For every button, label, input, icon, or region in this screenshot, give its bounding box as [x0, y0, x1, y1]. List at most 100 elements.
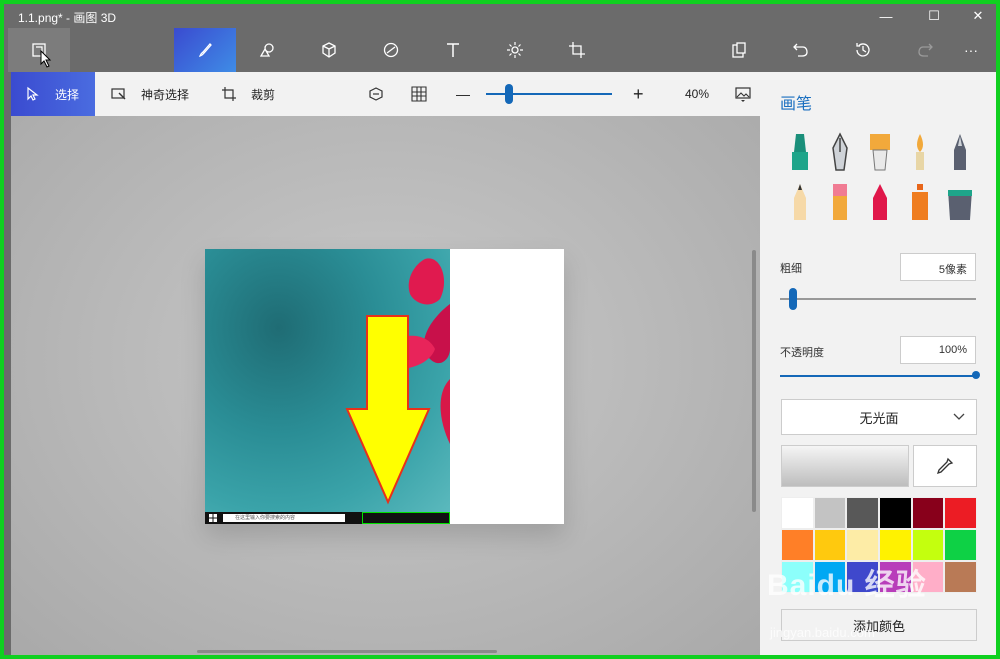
horizontal-scrollbar[interactable] — [197, 650, 497, 653]
oil-brush-icon[interactable] — [865, 132, 895, 172]
watercolor-icon[interactable] — [905, 132, 935, 172]
history-button[interactable] — [832, 28, 894, 72]
palette-swatch[interactable] — [878, 529, 912, 561]
zoom-slider-thumb[interactable] — [505, 84, 513, 104]
opacity-slider-track[interactable] — [780, 375, 976, 377]
spray-can-icon[interactable] — [905, 182, 935, 222]
sun-icon — [507, 42, 523, 58]
select-button[interactable]: 选择 — [11, 72, 95, 116]
select-arrow-icon — [27, 86, 39, 101]
tab-effects[interactable] — [484, 28, 546, 72]
thickness-slider-track[interactable] — [780, 298, 976, 300]
main-toolbar: ··· — [4, 28, 996, 72]
tab-brushes[interactable] — [174, 28, 236, 72]
sticker-icon — [383, 42, 399, 58]
shapes-2d-icon — [259, 43, 274, 57]
tab-text[interactable] — [422, 28, 484, 72]
taskbar-highlight-box — [362, 512, 450, 524]
chevron-down-icon — [953, 413, 965, 420]
eyedropper-button[interactable] — [913, 445, 977, 487]
app-window: 1.1.png* - 画图 3D — ☐ ✕ ··· 选择 神奇选择 裁剪 — … — [4, 4, 996, 655]
view-3d-button[interactable] — [368, 72, 398, 116]
palette-swatch[interactable] — [878, 497, 912, 529]
drawing-canvas[interactable]: 在这里输入你要搜索的内容 — [11, 116, 760, 655]
tab-3d-shapes[interactable] — [298, 28, 360, 72]
image-icon — [735, 87, 751, 102]
thickness-label: 粗细 — [780, 263, 802, 275]
eraser-icon[interactable] — [825, 182, 855, 222]
zoom-in-button[interactable]: + — [633, 72, 644, 116]
calligraphy-pen-icon[interactable] — [825, 132, 855, 172]
taskbar-search-box: 在这里输入你要搜索的内容 — [223, 514, 345, 522]
current-color-swatch[interactable] — [781, 445, 909, 487]
opacity-slider-thumb[interactable] — [972, 371, 980, 379]
menu-button[interactable] — [8, 28, 70, 72]
mouse-cursor-icon — [40, 50, 52, 68]
palette-swatch[interactable] — [944, 561, 977, 593]
finish-value: 无光面 — [859, 410, 899, 426]
baidu-watermark-url: jingyan.baidu.com — [770, 625, 875, 640]
marker-icon[interactable] — [785, 132, 815, 172]
windows-taskbar: 在这里输入你要搜索的内容 — [205, 512, 450, 524]
more-options-button[interactable]: ··· — [946, 28, 996, 72]
thickness-input[interactable]: 5像素 — [900, 253, 976, 281]
palette-swatch[interactable] — [944, 529, 977, 561]
magic-select-button[interactable]: 神奇选择 — [111, 72, 189, 116]
palette-swatch[interactable] — [846, 529, 879, 561]
crayon-icon[interactable] — [865, 182, 895, 222]
magic-select-label: 神奇选择 — [141, 87, 190, 102]
redo-icon — [918, 43, 933, 57]
tab-canvas[interactable] — [546, 28, 608, 72]
opacity-label: 不透明度 — [780, 347, 824, 359]
crop-label: 裁剪 — [251, 87, 276, 102]
grid-icon — [411, 86, 427, 102]
paste-button[interactable] — [708, 28, 770, 72]
windows-logo-icon — [209, 514, 217, 522]
palette-swatch[interactable] — [944, 497, 977, 529]
pixel-pen-icon[interactable] — [945, 132, 975, 172]
cube-icon — [322, 42, 336, 58]
magic-select-icon — [111, 88, 126, 100]
panel-title: 画笔 — [780, 96, 813, 113]
grid-toggle[interactable] — [411, 72, 441, 116]
palette-swatch[interactable] — [813, 529, 847, 561]
minimize-button[interactable]: — — [864, 4, 908, 28]
eyedropper-icon — [936, 457, 954, 475]
baidu-watermark: Baidu 经验 — [767, 560, 927, 604]
undo-icon — [793, 43, 808, 57]
zoom-value: 40% — [685, 87, 710, 101]
crop-icon — [222, 87, 236, 101]
opacity-input[interactable]: 100% — [900, 336, 976, 364]
crop-button[interactable]: 裁剪 — [221, 72, 275, 116]
canvas-crop-icon — [569, 42, 585, 58]
select-label: 选择 — [55, 87, 80, 102]
brush-icon — [198, 43, 212, 58]
close-button[interactable]: ✕ — [956, 4, 996, 28]
palette-swatch[interactable] — [781, 497, 814, 529]
finish-dropdown[interactable]: 无光面 — [781, 399, 977, 435]
title-bar: 1.1.png* - 画图 3D — ☐ ✕ — [4, 4, 996, 28]
view-3d-icon — [369, 87, 383, 101]
palette-swatch[interactable] — [813, 497, 847, 529]
baidu-logo-text: Baidu 经验 — [767, 569, 927, 602]
palette-swatch[interactable] — [781, 529, 814, 561]
history-icon — [856, 43, 870, 57]
vertical-scrollbar[interactable] — [752, 250, 756, 512]
maximize-button[interactable]: ☐ — [912, 4, 956, 28]
palette-swatch[interactable] — [911, 497, 945, 529]
palette-swatch[interactable] — [846, 497, 879, 529]
palette-swatch[interactable] — [911, 529, 945, 561]
text-icon — [447, 43, 459, 57]
image-document[interactable]: 在这里输入你要搜索的内容 — [205, 249, 564, 524]
window-title: 1.1.png* - 画图 3D — [18, 11, 117, 25]
thickness-slider-thumb[interactable] — [789, 288, 797, 310]
tool-options-bar: 选择 神奇选择 裁剪 — + 40% — [11, 72, 760, 116]
fill-bucket-icon[interactable] — [945, 182, 975, 222]
tab-2d-shapes[interactable] — [236, 28, 298, 72]
down-arrow-annotation — [345, 315, 431, 505]
undo-button[interactable] — [770, 28, 832, 72]
zoom-out-button[interactable]: — — [456, 72, 470, 116]
tab-stickers[interactable] — [360, 28, 422, 72]
pencil-icon[interactable] — [785, 182, 815, 222]
paste-icon — [732, 42, 746, 58]
